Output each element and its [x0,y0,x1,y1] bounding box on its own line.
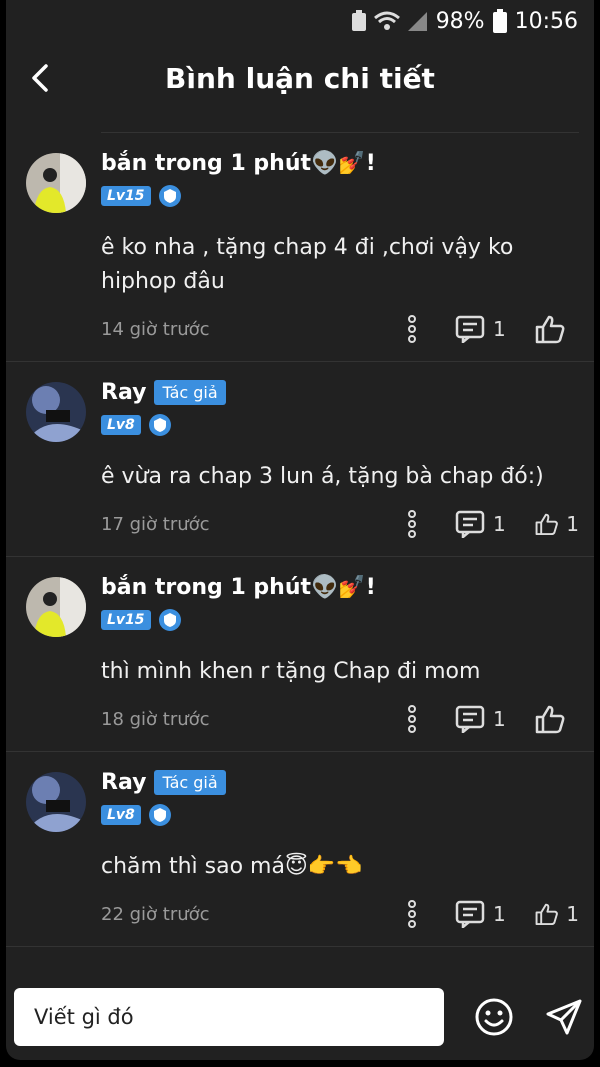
more-button[interactable] [399,315,425,343]
timestamp: 17 giờ trước [101,513,210,535]
username[interactable]: Ray [101,380,146,405]
status-bar: 98% 10:56 [6,0,594,42]
shield-badge-icon [158,185,181,207]
more-button[interactable] [399,900,425,928]
thumbs-up-icon [535,903,558,926]
level-badge: Lv8 [101,805,141,825]
recycle-icon [351,10,366,31]
comment-list[interactable]: bắn trong 1 phút👽💅! Lv15 ê ko nha , tặng… [6,114,594,947]
reply-icon [455,315,485,343]
screen: 98% 10:56 Bình luận chi tiết bắn trong 1… [6,0,594,1060]
level-badge: Lv15 [101,186,151,206]
level-badge: Lv8 [101,415,141,435]
divider [101,114,579,133]
reply-button[interactable]: 1 [455,900,525,928]
wifi-icon [373,11,400,30]
status-icons [350,10,428,32]
username[interactable]: bắn trong 1 phút👽💅! [101,575,376,600]
signal-icon [407,12,427,31]
send-icon [546,999,582,1035]
like-count: 1 [566,512,579,536]
thumbs-up-icon [535,705,565,734]
comment-item: bắn trong 1 phút👽💅! Lv15 thì mình khen r… [6,557,594,752]
reply-count: 1 [493,902,506,926]
comment-meta: 22 giờ trước 1 1 [101,896,579,932]
comment-meta: 14 giờ trước 1 [101,311,579,347]
more-vertical-icon [408,900,416,928]
reply-icon [455,705,485,733]
reply-count: 1 [493,512,506,536]
comment-text: thì mình khen r tặng Chap đi mom [101,659,481,684]
like-count: 1 [566,902,579,926]
comment-text: chăm thì sao má😇👉👈 [101,854,363,879]
author-badge: Tác giả [154,380,226,405]
back-arrow-icon [32,64,48,92]
comment-input[interactable]: Viết gì đó [14,988,445,1046]
emoji-icon [475,998,513,1036]
avatar[interactable] [26,382,86,442]
reply-button[interactable]: 1 [455,510,525,538]
shield-badge-icon [148,804,171,826]
avatar[interactable] [26,577,86,637]
more-vertical-icon [408,510,416,538]
more-button[interactable] [399,510,425,538]
avatar[interactable] [26,153,86,213]
comment-item: Ray Tác giả Lv8 chăm thì sao má😇👉👈 22 gi… [6,752,594,947]
shield-badge-icon [148,414,171,436]
shield-badge-icon [158,609,181,631]
battery-icon [492,9,507,33]
thumbs-up-icon [535,513,558,536]
send-button[interactable] [542,995,586,1039]
reply-icon [455,510,485,538]
reply-count: 1 [493,707,506,731]
comment-meta: 17 giờ trước 1 1 [101,506,579,542]
battery-percent: 98% [435,8,485,34]
username[interactable]: bắn trong 1 phút👽💅! [101,151,376,176]
comment-text: ê vừa ra chap 3 lun á, tặng bà chap đó:) [101,464,544,489]
emoji-button[interactable] [472,995,516,1039]
more-vertical-icon [408,705,416,733]
more-vertical-icon [408,315,416,343]
reply-icon [455,900,485,928]
header: Bình luận chi tiết [6,42,594,114]
timestamp: 22 giờ trước [101,903,210,925]
comment-meta: 18 giờ trước 1 [101,701,579,737]
like-button[interactable]: 1 [535,509,579,539]
avatar[interactable] [26,772,86,832]
comment-item: bắn trong 1 phút👽💅! Lv15 ê ko nha , tặng… [6,133,594,362]
back-button[interactable] [20,56,60,100]
timestamp: 14 giờ trước [101,318,210,340]
clock: 10:56 [514,8,578,34]
comment-text: ê ko nha , tặng chap 4 đi ,chơi vậy ko h… [101,235,514,294]
like-button[interactable] [535,704,579,734]
username[interactable]: Ray [101,770,146,795]
thumbs-up-icon [535,315,565,344]
page-title: Bình luận chi tiết [165,61,435,95]
reply-count: 1 [493,317,506,341]
author-badge: Tác giả [154,770,226,795]
timestamp: 18 giờ trước [101,708,210,730]
comment-item: Ray Tác giả Lv8 ê vừa ra chap 3 lun á, t… [6,362,594,557]
like-button[interactable]: 1 [535,899,579,929]
comment-composer: Viết gì đó [6,974,594,1060]
like-button[interactable] [535,314,579,344]
level-badge: Lv15 [101,610,151,630]
reply-button[interactable]: 1 [455,315,525,343]
more-button[interactable] [399,705,425,733]
reply-button[interactable]: 1 [455,705,525,733]
